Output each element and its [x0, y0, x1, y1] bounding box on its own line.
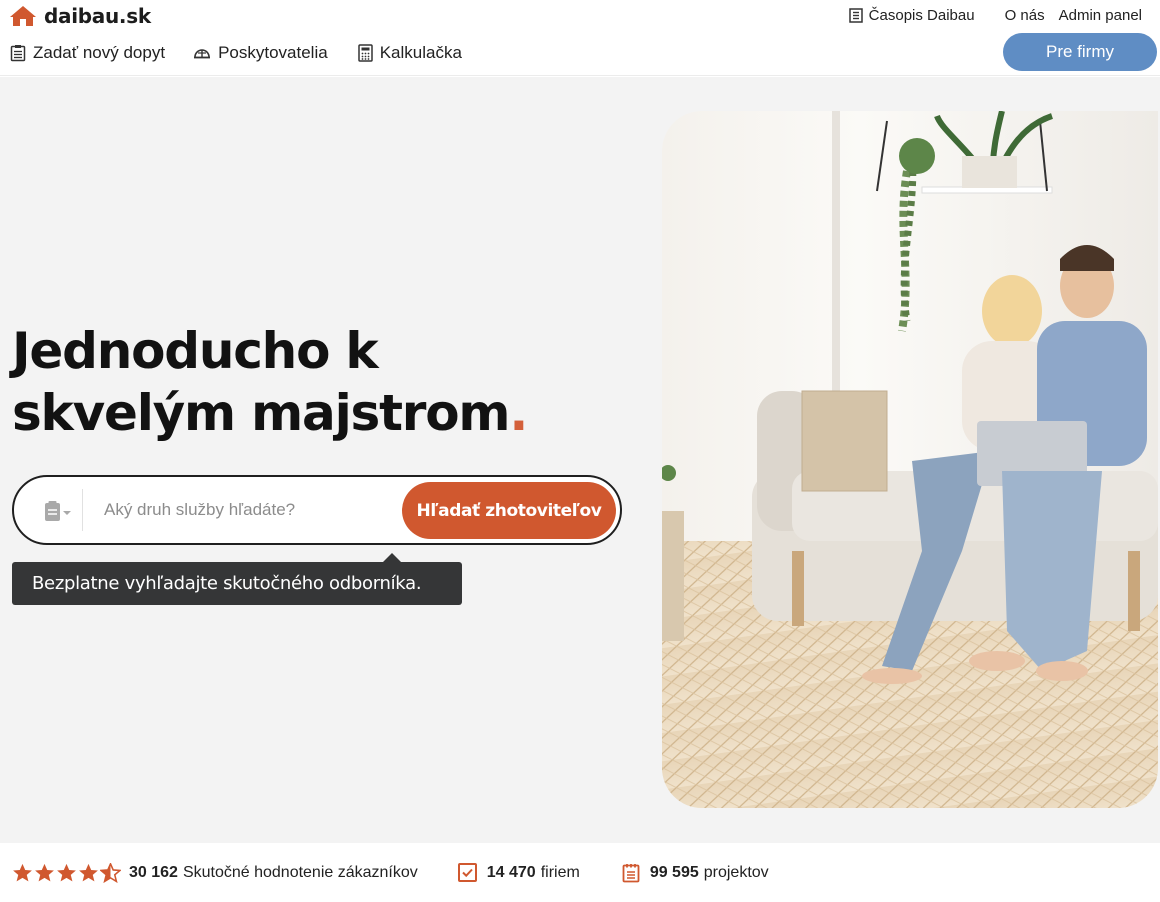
nav-providers-label: Poskytovatelia	[218, 43, 328, 62]
site-header: daibau.sk Časopis Daibau O nás Admin pan…	[0, 0, 1160, 76]
magazine-icon	[848, 8, 863, 23]
logo-text: daibau.sk	[44, 4, 151, 28]
hardhat-icon	[194, 49, 211, 59]
nav-new-request-label: Zadať nový dopyt	[33, 43, 166, 62]
checkbox-icon	[457, 863, 477, 882]
hero-photo	[662, 111, 1158, 808]
stats-bar: 30 162 Skutočné hodnotenie zákazníkov 14…	[0, 843, 1160, 902]
star-icon	[79, 863, 98, 881]
rating-stat: 30 162 Skutočné hodnotenie zákazníkov	[12, 862, 418, 883]
list-clipboard-icon	[622, 863, 640, 883]
star-icon	[13, 863, 32, 881]
main-nav: Zadať nový dopyt Poskytovatelia Kalkulač…	[10, 43, 462, 63]
star-icon	[35, 863, 54, 881]
nav-new-request[interactable]: Zadať nový dopyt	[10, 43, 165, 63]
calculator-icon	[357, 44, 373, 62]
headline-dot: .	[509, 384, 528, 442]
service-search-input[interactable]	[104, 495, 394, 525]
search-tooltip: Bezplatne vyhľadajte skutočného odborník…	[12, 553, 462, 605]
magazine-link[interactable]: Časopis Daibau	[848, 7, 975, 24]
nav-providers[interactable]: Poskytovatelia	[193, 43, 328, 63]
nav-calculator-label: Kalkulačka	[379, 43, 462, 62]
hero-headline: Jednoducho k skvelým majstrom.	[12, 320, 528, 444]
projects-label: projektov	[703, 863, 769, 881]
find-contractors-button[interactable]: Hľadať zhotoviteľov	[402, 482, 616, 539]
logo[interactable]: daibau.sk	[8, 4, 151, 28]
companies-count: 14 470	[486, 863, 536, 881]
half-star-icon	[100, 862, 121, 883]
couple-on-sofa-image	[662, 111, 1158, 808]
admin-panel-link[interactable]: Admin panel	[1059, 7, 1142, 24]
service-search-bar: Hľadať zhotoviteľov	[12, 475, 622, 545]
hero-section: Jednoducho k skvelým majstrom. Hľadať zh…	[0, 77, 1160, 843]
projects-count: 99 595	[649, 863, 699, 881]
companies-stat: 14 470 firiem	[457, 863, 580, 882]
headline-line-1: Jednoducho k	[12, 322, 379, 380]
clipboard-icon	[10, 45, 26, 62]
reviews-count: 30 162	[129, 863, 178, 881]
clipboard-dropdown-icon[interactable]	[42, 500, 74, 527]
companies-label: firiem	[540, 863, 580, 881]
nav-calculator[interactable]: Kalkulačka	[357, 43, 462, 63]
top-links: Časopis Daibau O nás Admin panel	[848, 7, 1142, 24]
rating-stars	[12, 862, 121, 883]
projects-stat: 99 595 projektov	[622, 863, 769, 883]
for-companies-button[interactable]: Pre firmy	[1003, 33, 1157, 71]
house-logo-icon	[10, 6, 36, 26]
reviews-label: Skutočné hodnotenie zákazníkov	[182, 863, 418, 881]
admin-panel-label: Admin panel	[1058, 7, 1142, 24]
headline-line-2: skvelým majstrom	[12, 384, 511, 442]
search-divider	[82, 489, 83, 531]
star-icon	[57, 863, 76, 881]
about-link[interactable]: O nás	[1005, 7, 1045, 24]
about-label: O nás	[1004, 7, 1045, 24]
magazine-label: Časopis Daibau	[868, 7, 975, 24]
